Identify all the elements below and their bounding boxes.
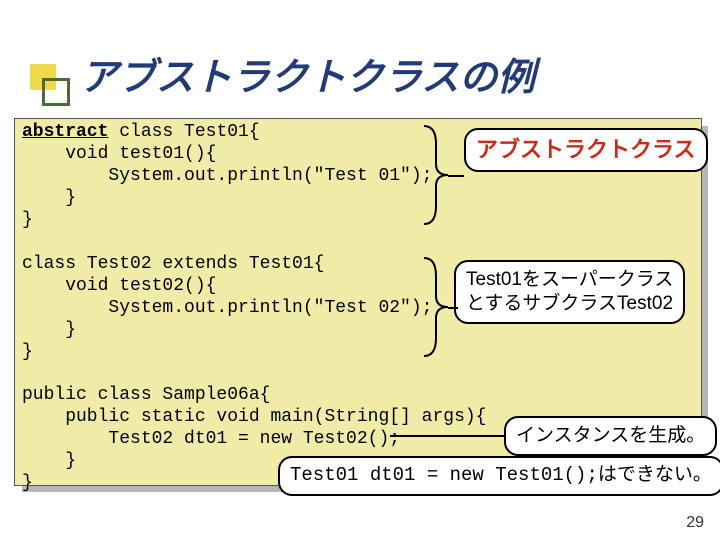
callout-abstract-class: アブストラクトクラス xyxy=(464,128,708,172)
callout-instance-text: インスタンスを生成。 xyxy=(516,425,705,446)
callout-instance: インスタンスを生成。 xyxy=(504,416,717,456)
code-body: class Test01{ void test01(){ System.out.… xyxy=(22,122,486,493)
callout-subclass-line1: Test01をスーパークラス xyxy=(466,269,673,290)
callout-abstract-class-text: アブストラクトクラス xyxy=(476,137,696,162)
abstract-keyword: abstract xyxy=(22,122,108,142)
callout-subclass-line2: とするサブクラスTest02 xyxy=(466,293,673,314)
slide-ornament xyxy=(0,60,68,112)
slide-title: アブストラクトクラスの例 xyxy=(80,46,535,101)
callout-note: Test01 dt01 = new Test01();はできない。 xyxy=(278,456,720,496)
code-content: abstract class Test01{ void test01(){ Sy… xyxy=(22,122,486,495)
callout-subclass: Test01をスーパークラス とするサブクラスTest02 xyxy=(454,260,685,324)
page-number: 29 xyxy=(686,514,704,532)
callout-note-text: Test01 dt01 = new Test01();はできない。 xyxy=(290,464,712,486)
